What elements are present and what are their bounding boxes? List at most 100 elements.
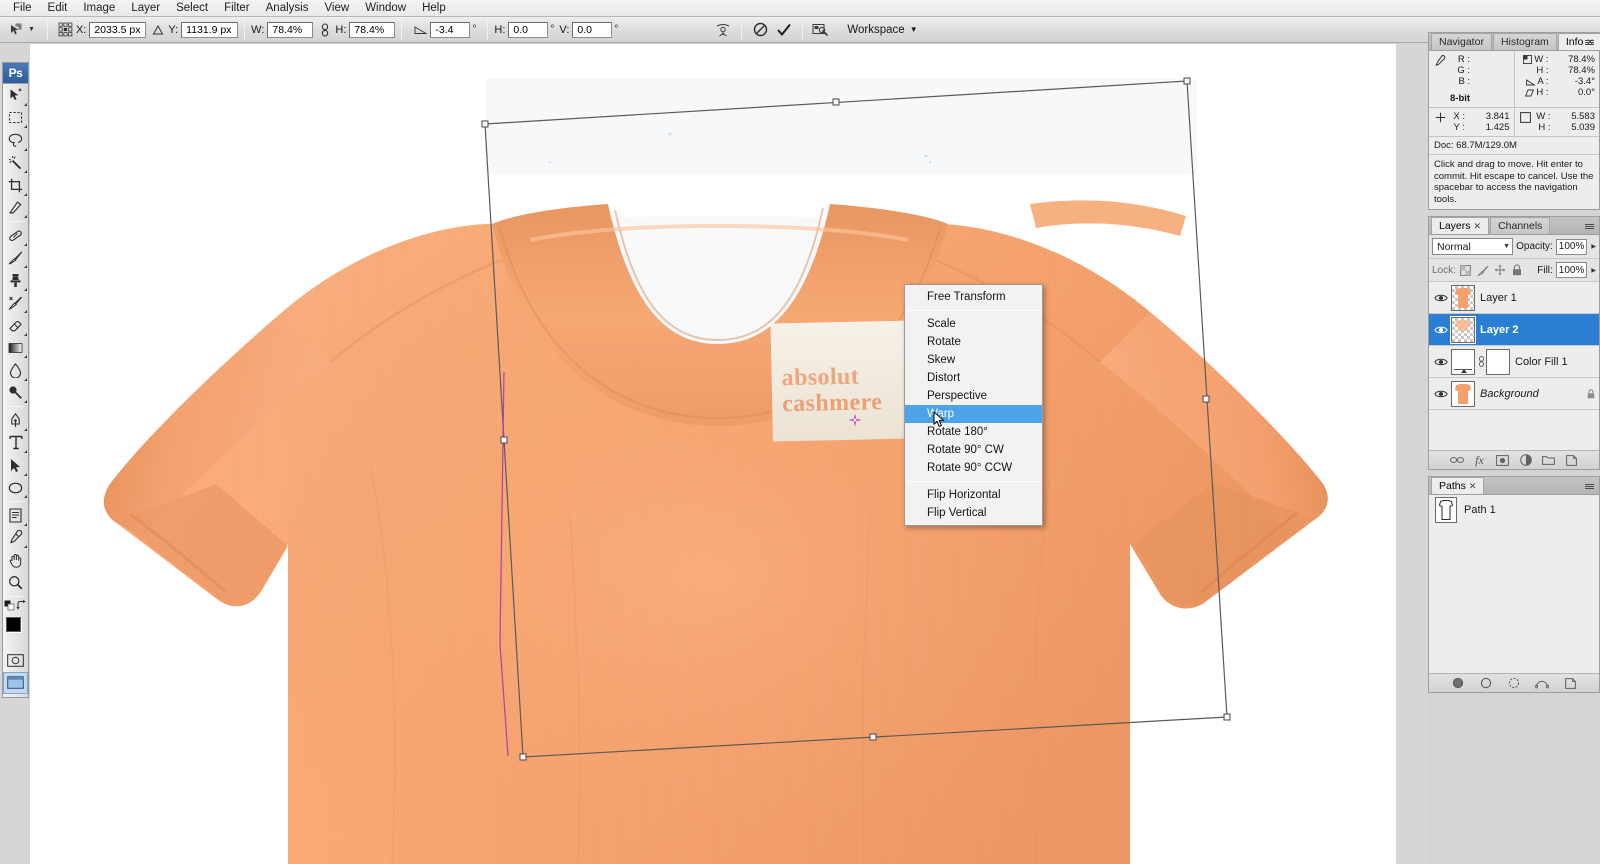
chain-link-icon[interactable] bbox=[315, 20, 335, 40]
path-name[interactable]: Path 1 bbox=[1464, 504, 1496, 516]
tool-notes[interactable] bbox=[3, 504, 28, 527]
context-menu-item-distort[interactable]: Distort bbox=[905, 369, 1042, 387]
context-menu-item-rotate-90-cw[interactable]: Rotate 90° CW bbox=[905, 441, 1042, 459]
panel-menu-icon[interactable] bbox=[1583, 36, 1596, 48]
new-path-button[interactable] bbox=[1563, 676, 1577, 690]
eye-visibility-icon[interactable] bbox=[1431, 357, 1451, 367]
tab-navigator[interactable]: Navigator bbox=[1431, 33, 1492, 50]
context-menu-item-rotate-90-ccw[interactable]: Rotate 90° CCW bbox=[905, 459, 1042, 477]
new-layer-button[interactable] bbox=[1565, 453, 1579, 467]
cancel-transform-icon[interactable] bbox=[748, 19, 772, 41]
menu-analysis[interactable]: Analysis bbox=[258, 0, 317, 17]
layer-row-color-fill-1[interactable]: Color Fill 1 bbox=[1429, 346, 1599, 378]
layer-thumbnail[interactable] bbox=[1451, 380, 1475, 407]
move-tool-icon[interactable] bbox=[6, 20, 26, 40]
transform-handle-top-right[interactable] bbox=[1183, 77, 1191, 85]
y-input[interactable]: 1131.9 px bbox=[181, 21, 239, 38]
lock-all-icon[interactable] bbox=[1510, 263, 1524, 277]
reference-point-grid-icon[interactable] bbox=[56, 20, 76, 40]
transform-handle-bottom-center[interactable] bbox=[869, 733, 877, 741]
tool-eyedropper[interactable] bbox=[3, 527, 28, 550]
go-to-bridge-icon[interactable] bbox=[809, 19, 833, 41]
menu-view[interactable]: View bbox=[316, 0, 357, 17]
menu-layer[interactable]: Layer bbox=[123, 0, 168, 17]
tool-history-brush[interactable] bbox=[3, 292, 28, 315]
tab-paths[interactable]: Paths ✕ bbox=[1431, 477, 1485, 494]
fill-input[interactable]: 100% bbox=[1555, 262, 1588, 278]
opacity-input[interactable]: 100% bbox=[1555, 238, 1588, 255]
tab-channels[interactable]: Channels bbox=[1490, 217, 1551, 234]
fill-path-button[interactable] bbox=[1451, 676, 1465, 690]
tool-move[interactable] bbox=[3, 84, 28, 107]
tool-shape[interactable] bbox=[3, 477, 28, 500]
context-menu-item-warp[interactable]: Warp bbox=[905, 405, 1042, 423]
tool-slice[interactable] bbox=[3, 197, 28, 220]
screen-mode-icon[interactable] bbox=[3, 671, 28, 694]
tool-dodge[interactable] bbox=[3, 382, 28, 405]
opacity-stepper-icon[interactable]: ▶ bbox=[1591, 243, 1596, 250]
tool-marquee[interactable] bbox=[3, 107, 28, 130]
transform-handle-bottom-left[interactable] bbox=[519, 753, 527, 761]
layer-row-layer-2[interactable]: Layer 2 bbox=[1429, 314, 1599, 346]
transform-pivot-point-icon[interactable] bbox=[848, 413, 862, 427]
eye-visibility-icon[interactable] bbox=[1431, 325, 1451, 335]
tool-preset-chevron-down-icon[interactable]: ▼ bbox=[28, 26, 35, 33]
menu-select[interactable]: Select bbox=[168, 0, 216, 17]
rotation-angle-input[interactable]: -3.4 bbox=[430, 21, 471, 38]
menu-image[interactable]: Image bbox=[75, 0, 123, 17]
transform-context-menu[interactable]: Free Transform Scale Rotate Skew Distort… bbox=[904, 284, 1043, 526]
foreground-color-swatch[interactable] bbox=[6, 617, 21, 632]
layer-name[interactable]: Color Fill 1 bbox=[1515, 356, 1599, 368]
menu-window[interactable]: Window bbox=[357, 0, 414, 17]
eye-visibility-icon[interactable] bbox=[1431, 389, 1451, 399]
menu-edit[interactable]: Edit bbox=[40, 0, 76, 17]
context-menu-item-skew[interactable]: Skew bbox=[905, 351, 1042, 369]
document-canvas[interactable]: absolut cashmere Free Transform Scale Ro… bbox=[30, 44, 1396, 864]
tool-gradient[interactable] bbox=[3, 337, 28, 360]
transform-handle-top-left[interactable] bbox=[481, 120, 489, 128]
lock-image-pixels-icon[interactable] bbox=[1476, 263, 1490, 277]
layer-thumbnail[interactable] bbox=[1451, 348, 1475, 375]
tool-path-selection[interactable] bbox=[3, 454, 28, 477]
context-menu-item-flip-vertical[interactable]: Flip Vertical bbox=[905, 504, 1042, 522]
add-layer-mask-button[interactable] bbox=[1496, 453, 1510, 467]
lock-transparent-pixels-icon[interactable] bbox=[1459, 263, 1473, 277]
tool-lasso[interactable] bbox=[3, 129, 28, 152]
quick-mask-mode-icon[interactable] bbox=[3, 649, 28, 672]
menu-help[interactable]: Help bbox=[414, 0, 454, 17]
w-input[interactable]: 78.4% bbox=[267, 21, 314, 38]
tool-blur[interactable] bbox=[3, 359, 28, 382]
context-menu-item-flip-horizontal[interactable]: Flip Horizontal bbox=[905, 486, 1042, 504]
tool-magic-wand[interactable] bbox=[3, 152, 28, 175]
context-menu-item-rotate-180[interactable]: Rotate 180° bbox=[905, 423, 1042, 441]
tab-layers[interactable]: Layers ✕ bbox=[1431, 217, 1490, 234]
panel-menu-icon[interactable] bbox=[1583, 220, 1596, 232]
link-mask-icon[interactable] bbox=[1477, 356, 1486, 367]
layer-row-background[interactable]: Background bbox=[1429, 378, 1599, 410]
tool-zoom[interactable] bbox=[3, 572, 28, 595]
path-thumbnail[interactable] bbox=[1435, 497, 1457, 523]
layer-mask-thumbnail[interactable] bbox=[1486, 348, 1510, 375]
default-colors-icon[interactable] bbox=[4, 600, 15, 614]
eye-visibility-icon[interactable] bbox=[1431, 293, 1451, 303]
tool-brush[interactable] bbox=[3, 247, 28, 270]
close-icon[interactable]: ✕ bbox=[1469, 480, 1477, 493]
layer-thumbnail[interactable] bbox=[1451, 284, 1475, 311]
switch-warp-mode-icon[interactable] bbox=[711, 19, 735, 41]
panel-menu-icon[interactable] bbox=[1583, 480, 1596, 492]
context-menu-item-scale[interactable]: Scale bbox=[905, 315, 1042, 333]
layer-style-button[interactable]: fx bbox=[1473, 453, 1487, 467]
tab-histogram[interactable]: Histogram bbox=[1492, 33, 1557, 50]
commit-transform-checkmark-icon[interactable] bbox=[772, 19, 796, 41]
link-layers-button[interactable] bbox=[1449, 453, 1464, 467]
layer-name[interactable]: Background bbox=[1480, 388, 1583, 400]
menu-filter[interactable]: Filter bbox=[216, 0, 258, 17]
tool-type[interactable] bbox=[3, 432, 28, 455]
path-row-path-1[interactable]: Path 1 bbox=[1429, 495, 1599, 525]
blend-mode-select[interactable]: Normal ▼ bbox=[1432, 238, 1514, 255]
transform-handle-top-center[interactable] bbox=[832, 98, 840, 106]
new-adjustment-layer-button[interactable] bbox=[1519, 453, 1533, 467]
layer-name[interactable]: Layer 1 bbox=[1480, 292, 1599, 304]
tool-eraser[interactable] bbox=[3, 314, 28, 337]
tool-crop[interactable] bbox=[3, 174, 28, 197]
